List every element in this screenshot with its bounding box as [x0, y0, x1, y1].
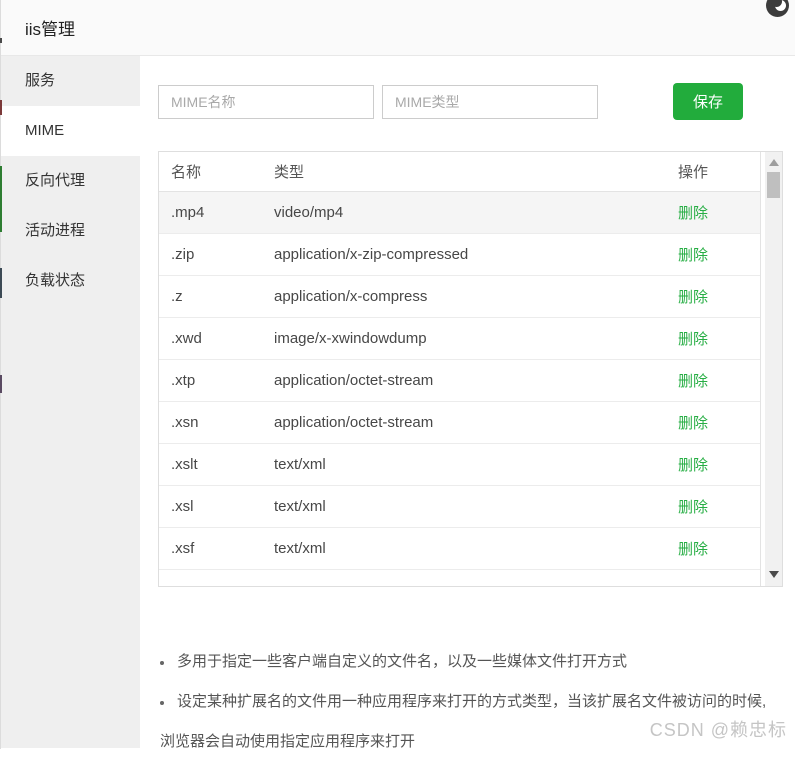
page-title: iis管理	[25, 15, 75, 40]
delete-link[interactable]: 删除	[678, 373, 708, 390]
delete-link[interactable]: 删除	[678, 331, 708, 348]
row-type-cell: application/x-zip-compressed	[273, 233, 666, 275]
table-row: .xtp application/octet-stream 删除	[159, 359, 760, 401]
row-type-cell: application/x-compress	[273, 275, 666, 317]
table-row: .mp4 video/mp4 删除	[159, 191, 760, 233]
table-row: .xwd image/x-xwindowdump 删除	[159, 317, 760, 359]
table-row: .xsl text/xml 删除	[159, 485, 760, 527]
row-name-cell: .z	[159, 275, 273, 317]
window-edge-artifact	[0, 375, 2, 393]
notes-list: 多用于指定一些客户端自定义的文件名，以及一些媒体文件打开方式 设定某种扩展名的文…	[158, 642, 776, 762]
scroll-up-icon[interactable]	[769, 159, 779, 166]
delete-link[interactable]: 删除	[678, 541, 708, 558]
mime-table: 名称 类型 操作 .mp4 video/mp4 删除 .zip applicat…	[159, 152, 761, 586]
main-layout: 服务 MIME 反向代理 活动进程 负载状态 保存 名称 类型 操作	[0, 56, 795, 748]
app-header: iis管理	[0, 0, 795, 56]
table-row: .xsf text/xml 删除	[159, 527, 760, 569]
row-type-cell: text/xml	[273, 443, 666, 485]
scrollbar-thumb[interactable]	[767, 172, 780, 198]
column-header-type: 类型	[273, 152, 666, 191]
sidebar-item-services[interactable]: 服务	[0, 56, 140, 106]
row-type-cell: text/xml	[273, 485, 666, 527]
row-name-cell: .zip	[159, 233, 273, 275]
row-name-cell: .xtp	[159, 359, 273, 401]
row-type-cell: application/octet-stream	[273, 401, 666, 443]
sidebar: 服务 MIME 反向代理 活动进程 负载状态	[0, 56, 140, 748]
row-type-cell: text/xml	[273, 527, 666, 569]
table-row: .z application/x-compress 删除	[159, 275, 760, 317]
sidebar-item-active-processes[interactable]: 活动进程	[0, 206, 140, 256]
save-button[interactable]: 保存	[673, 83, 743, 120]
delete-link[interactable]: 删除	[678, 247, 708, 264]
table-row: .zip application/x-zip-compressed 删除	[159, 233, 760, 275]
row-type-cell: video/mp4	[273, 191, 666, 233]
mime-type-input[interactable]	[382, 85, 598, 119]
row-name-cell: .xslt	[159, 443, 273, 485]
row-name-cell: .xsf	[159, 527, 273, 569]
scroll-down-icon[interactable]	[769, 571, 779, 578]
note-item: 多用于指定一些客户端自定义的文件名，以及一些媒体文件打开方式	[160, 642, 776, 682]
table-scrollbar[interactable]	[761, 152, 782, 586]
delete-link[interactable]: 删除	[678, 415, 708, 432]
table-row: .xslt text/xml 删除	[159, 443, 760, 485]
delete-link[interactable]: 删除	[678, 205, 708, 222]
window-edge-artifact	[0, 38, 2, 43]
window-edge-artifact	[0, 268, 2, 298]
table-row: .xsn application/octet-stream 删除	[159, 401, 760, 443]
crescent-icon	[775, 0, 786, 11]
sidebar-item-mime[interactable]: MIME	[0, 106, 140, 156]
sidebar-item-load-status[interactable]: 负载状态	[0, 256, 140, 306]
column-header-name: 名称	[159, 152, 273, 191]
row-name-cell: .xsl	[159, 485, 273, 527]
row-name-cell: .xwd	[159, 317, 273, 359]
window-edge-artifact	[0, 100, 2, 115]
watermark: CSDN @赖忠标	[650, 716, 787, 742]
mime-form: 保存	[158, 83, 795, 120]
mime-table-body: .mp4 video/mp4 删除 .zip application/x-zip…	[159, 191, 760, 569]
row-type-cell: application/octet-stream	[273, 359, 666, 401]
mime-table-container: 名称 类型 操作 .mp4 video/mp4 删除 .zip applicat…	[158, 151, 783, 587]
delete-link[interactable]: 删除	[678, 457, 708, 474]
content-area: 保存 名称 类型 操作 .mp4 video/mp4 删除 .zip	[140, 56, 795, 748]
delete-link[interactable]: 删除	[678, 289, 708, 306]
row-type-cell: image/x-xwindowdump	[273, 317, 666, 359]
sidebar-item-reverse-proxy[interactable]: 反向代理	[0, 156, 140, 206]
row-name-cell: .mp4	[159, 191, 273, 233]
window-edge-artifact	[0, 166, 2, 232]
delete-link[interactable]: 删除	[678, 499, 708, 516]
mime-name-input[interactable]	[158, 85, 374, 119]
row-name-cell: .xsn	[159, 401, 273, 443]
table-header-row: 名称 类型 操作	[159, 152, 760, 191]
column-header-actions: 操作	[666, 152, 760, 191]
